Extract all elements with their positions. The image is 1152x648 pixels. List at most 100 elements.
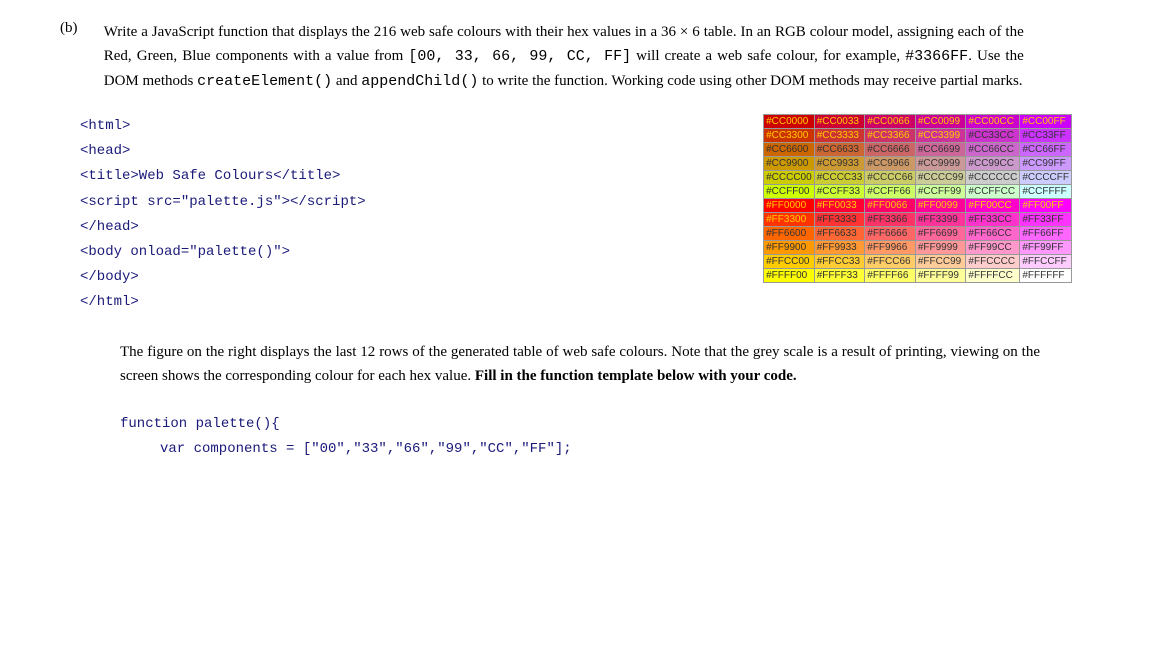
- palette-cell: #CC66CC: [966, 143, 1020, 157]
- palette-cell: #FFCC99: [915, 255, 966, 269]
- palette-cell: #FF6600: [764, 227, 815, 241]
- palette-cell: #FF9933: [814, 241, 865, 255]
- palette-cell: #FF33FF: [1020, 213, 1072, 227]
- table-row: #FF9900#FF9933#FF9966#FF9999#FF99CC#FF99…: [764, 241, 1072, 255]
- palette-cell: #CC3399: [915, 129, 966, 143]
- q-c3: createElement(): [197, 73, 332, 90]
- palette-cell: #FFCCFF: [1020, 255, 1072, 269]
- item-label: (b): [60, 20, 100, 37]
- palette-cell: #CCFF66: [865, 185, 916, 199]
- table-row: #FF0000#FF0033#FF0066#FF0099#FF00CC#FF00…: [764, 199, 1072, 213]
- palette-cell: #CC9966: [865, 157, 916, 171]
- palette-cell: #FF3333: [814, 213, 865, 227]
- palette-cell: #CCFFFF: [1020, 185, 1072, 199]
- q-t4: and: [332, 73, 361, 89]
- table-row: #CC9900#CC9933#CC9966#CC9999#CC99CC#CC99…: [764, 157, 1072, 171]
- palette-cell: #FF00CC: [966, 199, 1020, 213]
- func-line: var components = ["00","33","66","99","C…: [160, 437, 1092, 462]
- code-line: <title>Web Safe Colours</title>: [80, 164, 520, 189]
- palette-cell: #FFFFCC: [966, 269, 1020, 283]
- palette-cell: #FFFF33: [814, 269, 865, 283]
- table-row: #CC6600#CC6633#CC6666#CC6699#CC66CC#CC66…: [764, 143, 1072, 157]
- palette-cell: #FF0066: [865, 199, 916, 213]
- palette-cell: #FFFF00: [764, 269, 815, 283]
- palette-cell: #CC9999: [915, 157, 966, 171]
- palette-cell: #CC0099: [915, 115, 966, 129]
- palette-cell: #FF99FF: [1020, 241, 1072, 255]
- palette-cell: #CCFF33: [814, 185, 865, 199]
- table-row: #CC0000#CC0033#CC0066#CC0099#CC00CC#CC00…: [764, 115, 1072, 129]
- palette-cell: #FFFF99: [915, 269, 966, 283]
- followup-text: The figure on the right displays the las…: [120, 340, 1040, 388]
- palette-cell: #FF9900: [764, 241, 815, 255]
- palette-cell: #FF6633: [814, 227, 865, 241]
- palette-cell: #FFCC00: [764, 255, 815, 269]
- palette-cell: #FFFFFF: [1020, 269, 1072, 283]
- palette-cell: #FFFF66: [865, 269, 916, 283]
- table-row: #FFCC00#FFCC33#FFCC66#FFCC99#FFCCCC#FFCC…: [764, 255, 1072, 269]
- table-row: #CCFF00#CCFF33#CCFF66#CCFF99#CCFFCC#CCFF…: [764, 185, 1072, 199]
- palette-cell: #CC33FF: [1020, 129, 1072, 143]
- palette-cell: #FF66FF: [1020, 227, 1072, 241]
- table-row: #CCCC00#CCCC33#CCCC66#CCCC99#CCCCCC#CCCC…: [764, 171, 1072, 185]
- q-c1: [00, 33, 66, 99, CC, FF]: [408, 48, 631, 65]
- palette-cell: #CC6600: [764, 143, 815, 157]
- palette-cell: #FF3399: [915, 213, 966, 227]
- palette-cell: #CC3366: [865, 129, 916, 143]
- palette-cell: #CC6666: [865, 143, 916, 157]
- palette-cell: #CCCC99: [915, 171, 966, 185]
- palette-cell: #CCFF00: [764, 185, 815, 199]
- palette-cell: #FFCCCC: [966, 255, 1020, 269]
- palette-cell: #FF66CC: [966, 227, 1020, 241]
- palette-cell: #CC99FF: [1020, 157, 1072, 171]
- palette-cell: #FF00FF: [1020, 199, 1072, 213]
- palette-cell: #CCCC33: [814, 171, 865, 185]
- palette-cell: #CC0000: [764, 115, 815, 129]
- table-row: #FF3300#FF3333#FF3366#FF3399#FF33CC#FF33…: [764, 213, 1072, 227]
- followup-bold: Fill in the function template below with…: [475, 368, 797, 384]
- palette-cell: #CCCC66: [865, 171, 916, 185]
- code-line: </html>: [80, 290, 520, 315]
- func-line: function palette(){: [120, 412, 1092, 437]
- palette-cell: #CCCC00: [764, 171, 815, 185]
- palette-cell: #CC6633: [814, 143, 865, 157]
- table-row: #FFFF00#FFFF33#FFFF66#FFFF99#FFFFCC#FFFF…: [764, 269, 1072, 283]
- palette-cell: #FF9999: [915, 241, 966, 255]
- palette-cell: #FF99CC: [966, 241, 1020, 255]
- table-row: #CC3300#CC3333#CC3366#CC3399#CC33CC#CC33…: [764, 129, 1072, 143]
- function-template: function palette(){ var components = ["0…: [120, 412, 1092, 462]
- colour-palette-table: #CC0000#CC0033#CC0066#CC0099#CC00CC#CC00…: [763, 114, 1072, 283]
- question-text: Write a JavaScript function that display…: [104, 20, 1024, 94]
- palette-cell: #CC00CC: [966, 115, 1020, 129]
- code-line: <head>: [80, 139, 520, 164]
- palette-cell: #FF0099: [915, 199, 966, 213]
- palette-cell: #CCFFCC: [966, 185, 1020, 199]
- palette-cell: #FFCC33: [814, 255, 865, 269]
- html-code-block: <html> <head> <title>Web Safe Colours</t…: [80, 114, 520, 316]
- palette-cell: #FF9966: [865, 241, 916, 255]
- q-t5: to write the function. Working code usin…: [478, 73, 1022, 89]
- palette-cell: #CC0033: [814, 115, 865, 129]
- table-row: #FF6600#FF6633#FF6666#FF6699#FF66CC#FF66…: [764, 227, 1072, 241]
- palette-cell: #CC33CC: [966, 129, 1020, 143]
- palette-cell: #FF3300: [764, 213, 815, 227]
- palette-cell: #CC0066: [865, 115, 916, 129]
- code-line: <script src="palette.js"></script>: [80, 190, 520, 215]
- palette-cell: #CC9933: [814, 157, 865, 171]
- palette-cell: #CC3333: [814, 129, 865, 143]
- palette-cell: #CCCCCC: [966, 171, 1020, 185]
- palette-cell: #CC3300: [764, 129, 815, 143]
- palette-cell: #CC66FF: [1020, 143, 1072, 157]
- palette-cell: #CC99CC: [966, 157, 1020, 171]
- palette-cell: #FF6699: [915, 227, 966, 241]
- q-t2: will create a web safe colour, for examp…: [631, 48, 905, 64]
- palette-cell: #FF33CC: [966, 213, 1020, 227]
- code-line: <body onload="palette()">: [80, 240, 520, 265]
- palette-cell: #CC00FF: [1020, 115, 1072, 129]
- palette-cell: #FF3366: [865, 213, 916, 227]
- q-c2: #3366FF: [905, 48, 968, 65]
- code-line: <html>: [80, 114, 520, 139]
- palette-cell: #CC9900: [764, 157, 815, 171]
- palette-cell: #CC6699: [915, 143, 966, 157]
- code-line: </body>: [80, 265, 520, 290]
